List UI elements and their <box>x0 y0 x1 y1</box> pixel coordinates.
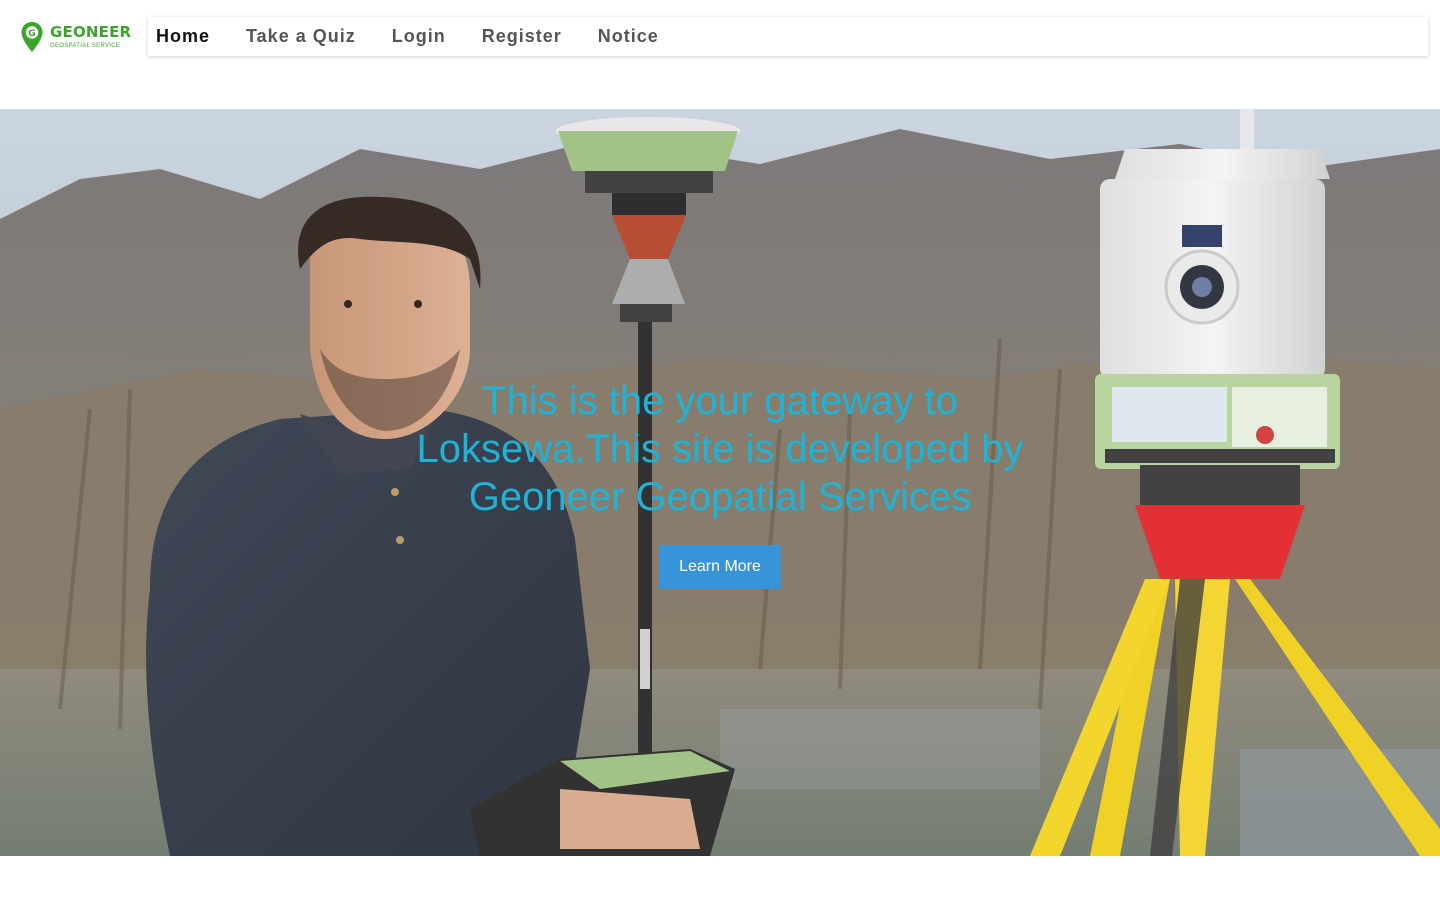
nav-home[interactable]: Home <box>156 26 210 47</box>
nav-notice[interactable]: Notice <box>598 26 659 47</box>
hero-content: This is the your gateway to Loksewa.This… <box>400 377 1040 589</box>
logo-subtitle: GEOSPATIAL SERVICE <box>50 43 121 49</box>
site-header: G GEONEER GEOSPATIAL SERVICE Home Take a… <box>0 0 1440 109</box>
logo-name: GEONEER <box>50 23 132 41</box>
nav-register[interactable]: Register <box>482 26 562 47</box>
hero-title: This is the your gateway to Loksewa.This… <box>416 379 1024 519</box>
learn-more-button[interactable]: Learn More <box>659 545 781 589</box>
location-pin-icon: G <box>20 21 44 53</box>
nav-login[interactable]: Login <box>392 26 446 47</box>
geoneer-logo[interactable]: G GEONEER GEOSPATIAL SERVICE <box>20 20 132 54</box>
nav-take-a-quiz[interactable]: Take a Quiz <box>246 26 356 47</box>
hero-banner: This is the your gateway to Loksewa.This… <box>0 109 1440 856</box>
main-navbar: Home Take a Quiz Login Register Notice <box>148 17 1428 56</box>
svg-text:G: G <box>28 29 35 39</box>
